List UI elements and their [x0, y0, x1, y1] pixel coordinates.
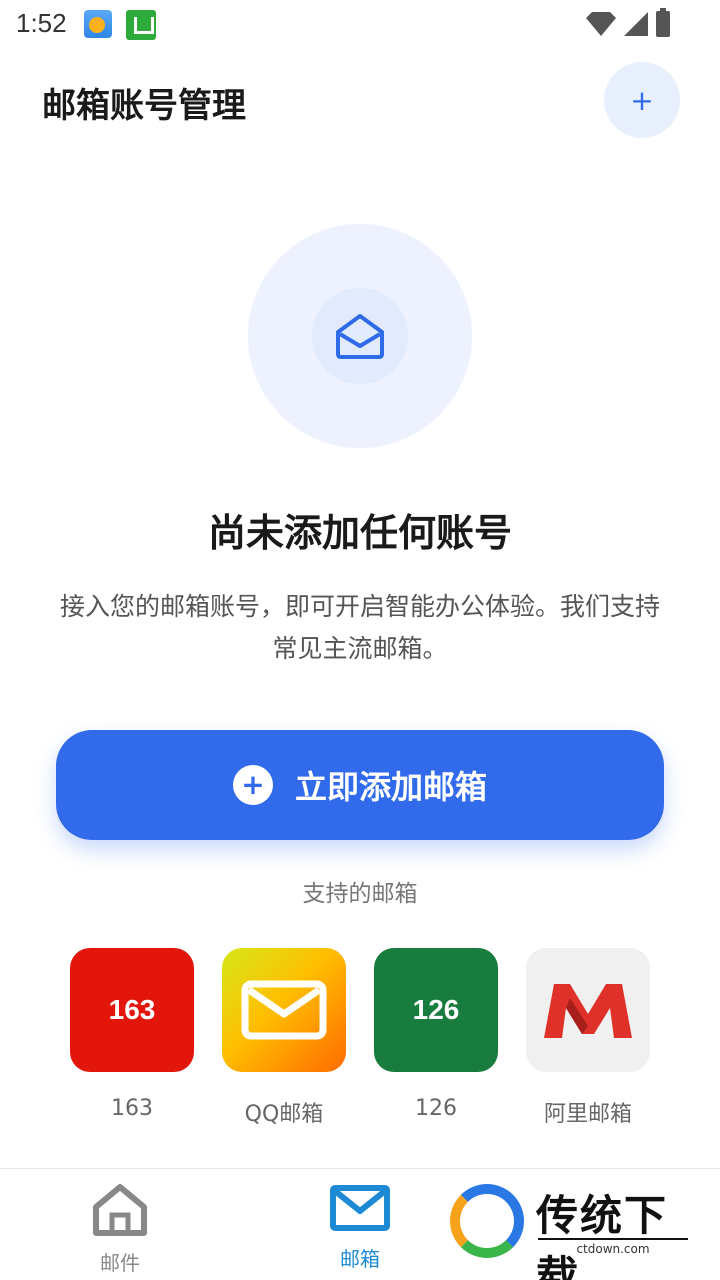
watermark-url: ctdown.com — [538, 1238, 688, 1256]
status-bar: 1:52 — [0, 0, 720, 50]
wifi-icon — [586, 12, 616, 36]
supported-mailboxes-title: 支持的邮箱 — [302, 881, 418, 907]
provider-aliyun[interactable]: 阿里邮箱 — [526, 948, 650, 1128]
empty-state-description: 接入您的邮箱账号，即可开启智能办公体验。我们支持常见主流邮箱。 — [60, 592, 661, 663]
provider-name: 阿里邮箱 — [543, 1102, 632, 1127]
status-icons — [586, 8, 670, 38]
provider-name: 126 — [415, 1096, 457, 1121]
page-title: 邮箱账号管理 — [42, 86, 246, 126]
provider-qq[interactable]: QQ邮箱 — [222, 948, 346, 1128]
plus-icon: + — [630, 83, 654, 117]
provider-126[interactable]: 126 126 — [374, 948, 498, 1121]
provider-name: 163 — [111, 1096, 153, 1121]
provider-126-logo: 126 — [374, 948, 498, 1072]
add-mailbox-button[interactable]: + 立即添加邮箱 — [56, 730, 664, 840]
plus-circle-icon: + — [232, 765, 273, 805]
header-add-button[interactable]: + — [604, 62, 680, 138]
provider-163[interactable]: 163 163 — [70, 948, 194, 1121]
app-notification-icon — [126, 10, 156, 40]
provider-163-logo: 163 — [70, 948, 194, 1072]
cellular-signal-icon — [624, 12, 648, 36]
watermark: 传统下载 ctdown.com — [446, 1180, 706, 1280]
aliyun-mail-logo — [526, 948, 650, 1072]
weather-icon — [84, 10, 112, 38]
status-time: 1:52 — [16, 8, 67, 38]
mail-icon — [330, 1185, 390, 1231]
empty-state-title: 尚未添加任何账号 — [207, 511, 512, 555]
nav-item-mailbox[interactable]: 邮箱 — [300, 1183, 420, 1272]
mail-open-icon — [312, 288, 408, 384]
watermark-logo-icon — [450, 1184, 524, 1258]
provider-name: QQ邮箱 — [244, 1102, 324, 1127]
home-icon — [93, 1184, 147, 1236]
empty-state-illustration — [248, 224, 472, 448]
nav-label: 邮箱 — [340, 1247, 380, 1271]
qq-mail-logo — [222, 948, 346, 1072]
nav-label: 邮件 — [100, 1251, 140, 1275]
add-mailbox-label: 立即添加邮箱 — [294, 768, 487, 806]
nav-item-mail[interactable]: 邮件 — [60, 1183, 180, 1276]
battery-icon — [656, 8, 670, 37]
watermark-brand: 传统下载 — [536, 1191, 669, 1280]
